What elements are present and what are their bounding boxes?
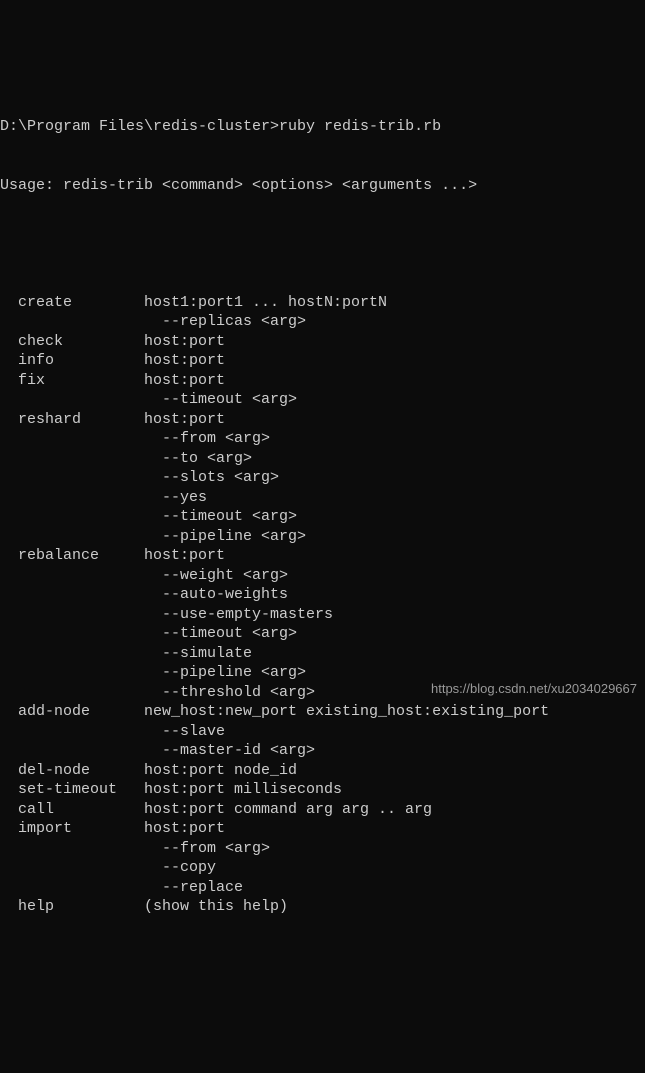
blank-line [0, 234, 645, 254]
command-name: add-node [0, 702, 144, 722]
command-desc: host:port milliseconds [144, 780, 645, 800]
command-option: --timeout <arg> [0, 624, 645, 644]
command-option: --master-id <arg> [0, 741, 645, 761]
command-row: rebalancehost:port [0, 546, 645, 566]
command-name: check [0, 332, 144, 352]
command-option: --to <arg> [0, 449, 645, 469]
watermark-text: https://blog.csdn.net/xu2034029667 [431, 681, 637, 698]
command-row: callhost:port command arg arg .. arg [0, 800, 645, 820]
command-desc: new_host:new_port existing_host:existing… [144, 702, 645, 722]
command-desc: host:port [144, 351, 645, 371]
command-option: --yes [0, 488, 645, 508]
command-name: import [0, 819, 144, 839]
command-name: reshard [0, 410, 144, 430]
command-row: add-nodenew_host:new_port existing_host:… [0, 702, 645, 722]
command-row: set-timeouthost:port milliseconds [0, 780, 645, 800]
command-option: --slots <arg> [0, 468, 645, 488]
command-desc: host:port [144, 819, 645, 839]
command-name: call [0, 800, 144, 820]
command-row: reshardhost:port [0, 410, 645, 430]
command-desc: host1:port1 ... hostN:portN [144, 293, 645, 313]
command-row: help(show this help) [0, 897, 645, 917]
command-option: --from <arg> [0, 839, 645, 859]
terminal-output: D:\Program Files\redis-cluster>ruby redi… [0, 78, 645, 936]
command-option: --pipeline <arg> [0, 663, 645, 683]
command-desc: (show this help) [144, 897, 645, 917]
command-desc: host:port command arg arg .. arg [144, 800, 645, 820]
command-row: createhost1:port1 ... hostN:portN [0, 293, 645, 313]
command-option: --timeout <arg> [0, 390, 645, 410]
command-desc: host:port [144, 332, 645, 352]
commands-list: createhost1:port1 ... hostN:portN--repli… [0, 293, 645, 917]
command-name: rebalance [0, 546, 144, 566]
command-prompt: D:\Program Files\redis-cluster>ruby redi… [0, 117, 645, 137]
command-row: importhost:port [0, 819, 645, 839]
command-name: create [0, 293, 144, 313]
command-desc: host:port node_id [144, 761, 645, 781]
command-option: --from <arg> [0, 429, 645, 449]
command-desc: host:port [144, 371, 645, 391]
command-name: fix [0, 371, 144, 391]
command-row: del-nodehost:port node_id [0, 761, 645, 781]
command-name: del-node [0, 761, 144, 781]
command-option: --replicas <arg> [0, 312, 645, 332]
command-option: --timeout <arg> [0, 507, 645, 527]
command-name: set-timeout [0, 780, 144, 800]
command-option: --copy [0, 858, 645, 878]
command-name: info [0, 351, 144, 371]
command-option: --use-empty-masters [0, 605, 645, 625]
command-row: infohost:port [0, 351, 645, 371]
command-desc: host:port [144, 410, 645, 430]
command-name: help [0, 897, 144, 917]
command-row: fixhost:port [0, 371, 645, 391]
command-row: checkhost:port [0, 332, 645, 352]
command-option: --replace [0, 878, 645, 898]
command-option: --weight <arg> [0, 566, 645, 586]
command-option: --slave [0, 722, 645, 742]
command-desc: host:port [144, 546, 645, 566]
command-option: --auto-weights [0, 585, 645, 605]
command-option: --simulate [0, 644, 645, 664]
usage-line: Usage: redis-trib <command> <options> <a… [0, 176, 645, 196]
command-option: --pipeline <arg> [0, 527, 645, 547]
